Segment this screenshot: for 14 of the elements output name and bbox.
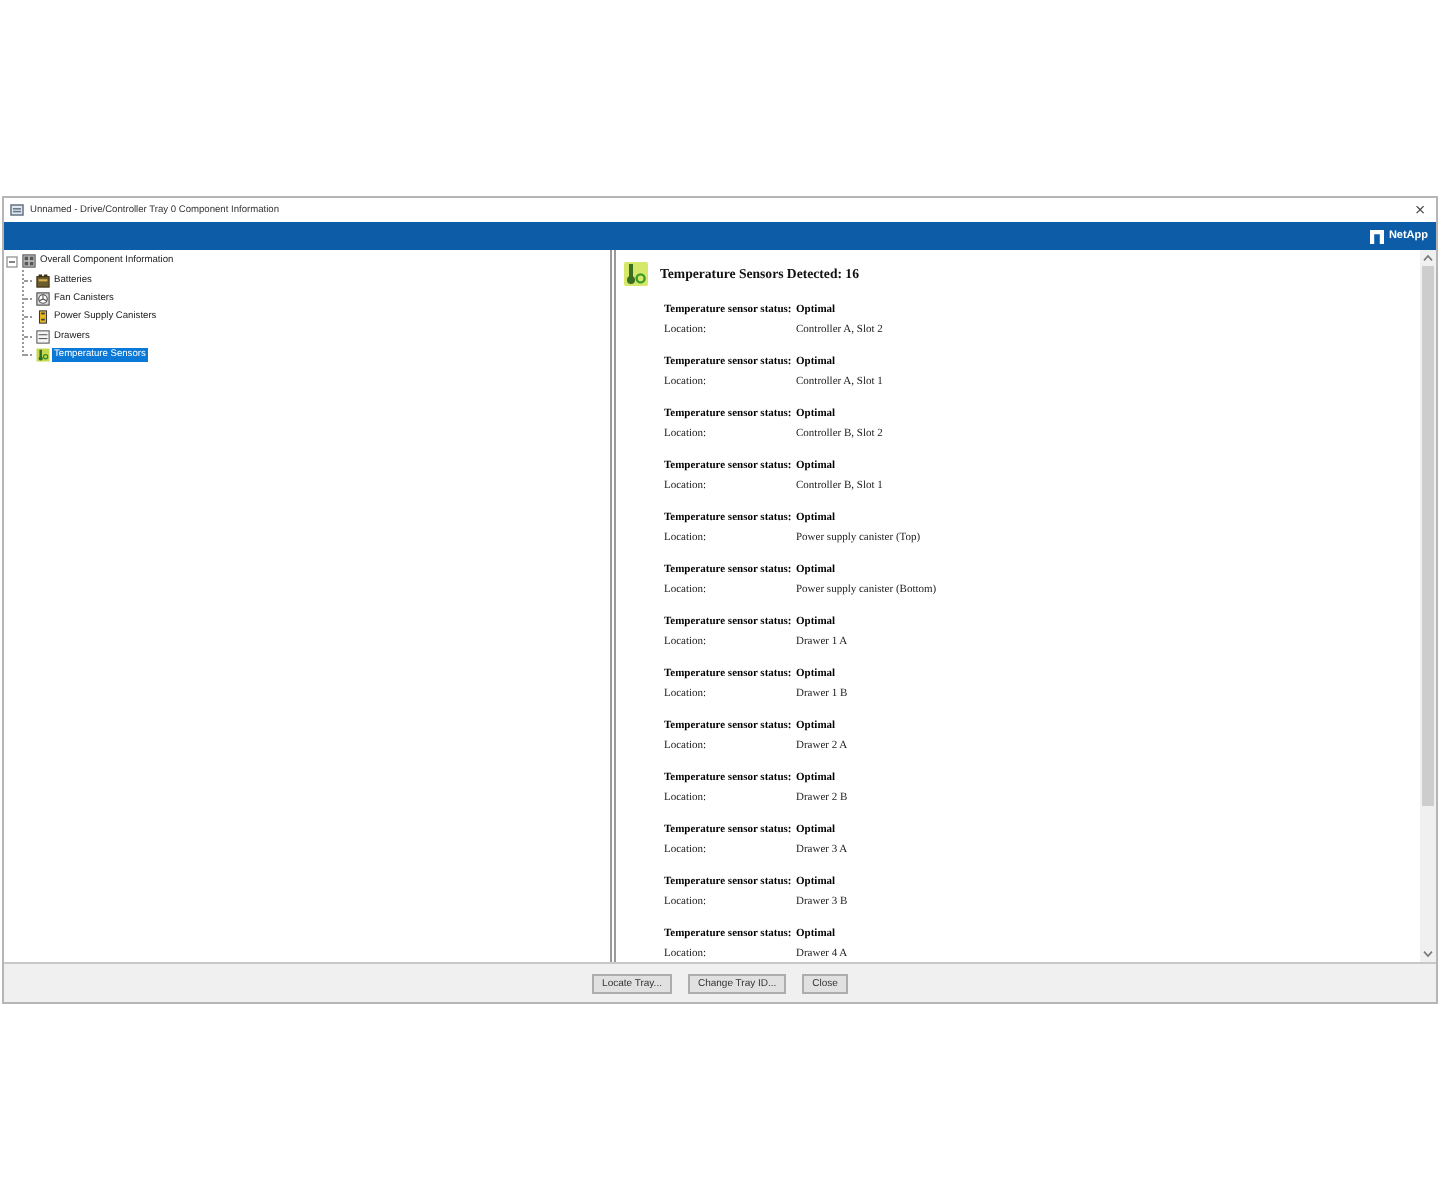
scroll-thumb[interactable] — [1422, 266, 1434, 806]
window-icon — [10, 204, 24, 216]
scrollbar-track[interactable] — [1420, 250, 1436, 962]
scroll-down-icon[interactable] — [1422, 950, 1434, 958]
power-supply-icon — [36, 310, 50, 325]
drawer-icon — [36, 329, 50, 344]
tray-icon — [21, 254, 35, 269]
collapse-icon[interactable] — [6, 255, 18, 268]
scroll-up-icon[interactable] — [1422, 254, 1434, 262]
fan-icon — [36, 291, 50, 306]
logo-icon — [1370, 229, 1385, 243]
thermometer-icon — [624, 262, 648, 286]
thermometer-icon — [36, 348, 50, 363]
battery-icon — [36, 273, 50, 288]
